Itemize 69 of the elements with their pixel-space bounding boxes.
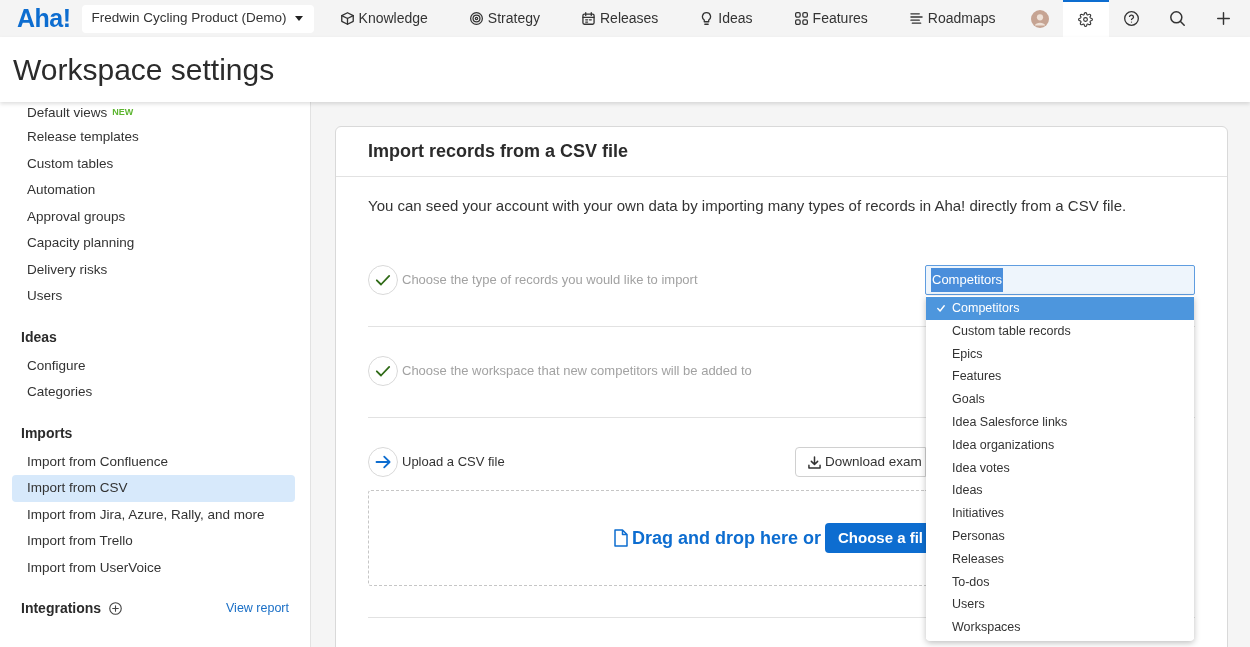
- dropdown-option[interactable]: Goals: [926, 388, 1194, 411]
- download-button[interactable]: Download exam: [795, 447, 926, 477]
- sidebar-item[interactable]: Categories: [12, 379, 295, 406]
- settings-icon: [1078, 12, 1094, 27]
- sidebar-item[interactable]: Import from UserVoice: [12, 554, 295, 581]
- sidebar-item[interactable]: Configure: [12, 352, 295, 379]
- view-report-link[interactable]: View report: [226, 599, 289, 618]
- calendar-icon: [582, 12, 595, 25]
- search-icon: [1170, 11, 1186, 26]
- dropdown-option[interactable]: Workspaces: [926, 616, 1194, 639]
- section-heading: Integrations: [21, 599, 102, 618]
- help-icon: [1124, 11, 1140, 26]
- sidebar-item[interactable]: Capacity planning: [12, 230, 295, 257]
- intro-text: You can seed your account with your own data by importing many types of records in Aha! directly from a CSV file.: [368, 196, 1128, 216]
- nav-item[interactable]: Knowledge: [319, 0, 449, 37]
- settings-button[interactable]: [1062, 0, 1109, 37]
- dropdown-option[interactable]: Initiatives: [926, 502, 1194, 525]
- target-icon: [469, 12, 483, 25]
- dropdown-option[interactable]: Custom table records: [926, 319, 1194, 343]
- sidebar-item[interactable]: Users: [12, 283, 295, 310]
- sidebar-item[interactable]: Import from Confluence: [12, 448, 295, 475]
- dropdown-option[interactable]: Releases: [926, 547, 1194, 571]
- logo[interactable]: Aha!: [17, 6, 71, 31]
- grid-icon: [794, 12, 808, 25]
- page-title: Workspace settings: [13, 52, 275, 88]
- avatar-icon: [1030, 9, 1049, 28]
- dropdown-option[interactable]: Personas: [926, 524, 1194, 548]
- dropdown-option[interactable]: Idea organizations: [926, 433, 1194, 457]
- sidebar-item[interactable]: Automation: [12, 177, 295, 204]
- check-icon: [937, 304, 945, 312]
- step-label: Choose the workspace that new competitors will be added to: [402, 362, 752, 381]
- dropdown-option[interactable]: Ideas: [926, 479, 1194, 503]
- nav-item[interactable]: Releases: [561, 0, 680, 37]
- workspace-switcher[interactable]: Fredwin Cycling Product (Demo): [81, 4, 314, 33]
- plus-icon: [1217, 12, 1231, 25]
- nav-item[interactable]: Strategy: [448, 0, 561, 37]
- dropdown-option[interactable]: Users: [926, 593, 1194, 617]
- caret-icon: [294, 16, 303, 21]
- dropdown-option[interactable]: To-dos: [926, 570, 1194, 594]
- sidebar-item[interactable]: Release templates: [12, 124, 295, 151]
- nav-item[interactable]: Roadmaps: [888, 0, 1017, 37]
- drop-zone-text: Drag and drop here or: [631, 526, 821, 550]
- sidebar-item[interactable]: Default views NEW: [12, 102, 295, 124]
- section-heading: Ideas: [21, 327, 57, 347]
- new-label: NEW: [112, 106, 134, 120]
- dropdown-option[interactable]: Features: [926, 365, 1194, 389]
- section-heading: Imports: [21, 423, 73, 443]
- bars-icon: [909, 12, 923, 25]
- plus-circle-icon[interactable]: [109, 602, 123, 615]
- step-label: Choose the type of records you would like to import: [402, 271, 698, 290]
- nav-item[interactable]: Ideas: [679, 0, 774, 37]
- sidebar-item[interactable]: Import from CSV: [12, 475, 295, 502]
- file-icon: [613, 529, 628, 547]
- card-title: Import records from a CSV file: [368, 140, 629, 163]
- dropdown-option[interactable]: Epics: [926, 342, 1194, 366]
- choose-file-button[interactable]: Choose a fil: [825, 523, 926, 553]
- sidebar-item[interactable]: Custom tables: [12, 150, 295, 177]
- nav-item[interactable]: Features: [773, 0, 889, 37]
- download-icon: [808, 455, 821, 469]
- cube-icon: [340, 12, 354, 25]
- dropdown-option[interactable]: Idea votes: [926, 456, 1194, 480]
- lightbulb-icon: [700, 12, 714, 25]
- sidebar-item[interactable]: Delivery risks: [12, 256, 295, 283]
- sidebar-item[interactable]: Import from Trello: [12, 528, 295, 555]
- dropdown-option[interactable]: Idea Salesforce links: [926, 411, 1194, 434]
- sidebar-item[interactable]: Import from Jira, Azure, Rally, and more: [12, 501, 295, 528]
- sidebar-item[interactable]: Approval groups: [12, 203, 295, 230]
- step-label: Upload a CSV file: [402, 453, 505, 472]
- drop-zone[interactable]: Drag and drop here or Choose a fil: [368, 490, 926, 586]
